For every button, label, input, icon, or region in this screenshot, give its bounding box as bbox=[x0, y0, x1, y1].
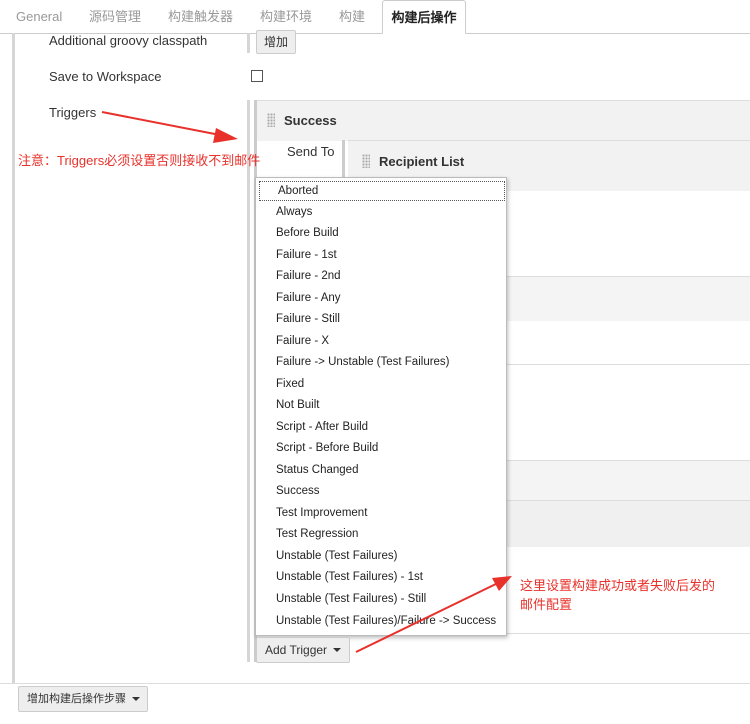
arrow-head-icon bbox=[213, 128, 238, 143]
menu-item-unstable-1st[interactable]: Unstable (Test Failures) - 1st bbox=[276, 568, 423, 586]
menu-item-always[interactable]: Always bbox=[276, 203, 312, 221]
divider bbox=[505, 364, 750, 365]
section-rule bbox=[12, 33, 15, 683]
annotation-config-note-line1: 这里设置构建成功或者失败后发的 bbox=[520, 578, 716, 593]
menu-item-failure-1st[interactable]: Failure - 1st bbox=[276, 246, 337, 264]
tab-build-environment[interactable]: 构建环境 bbox=[260, 0, 312, 32]
tab-general[interactable]: General bbox=[16, 0, 62, 32]
send-to-label: Send To bbox=[287, 144, 335, 159]
menu-item-test-improvement[interactable]: Test Improvement bbox=[276, 504, 367, 522]
hidden-panel bbox=[505, 276, 750, 321]
recipient-list-title: Recipient List bbox=[379, 154, 465, 169]
tab-bar: General 源码管理 构建触发器 构建环境 构建 构建后操作 bbox=[0, 0, 750, 34]
hidden-panel bbox=[505, 460, 750, 501]
menu-item-unstable[interactable]: Unstable (Test Failures) bbox=[276, 547, 397, 565]
hidden-panel bbox=[505, 500, 750, 547]
trigger-dropdown-menu: Aborted Always Before Build Failure - 1s… bbox=[255, 177, 507, 636]
tab-post-build-actions[interactable]: 构建后操作 bbox=[382, 0, 466, 34]
success-panel-title: Success bbox=[284, 113, 337, 128]
menu-item-failure-unstable[interactable]: Failure -> Unstable (Test Failures) bbox=[276, 353, 450, 371]
menu-item-not-built[interactable]: Not Built bbox=[276, 396, 319, 414]
add-trigger-label: Add Trigger bbox=[265, 643, 328, 657]
drag-handle-icon[interactable] bbox=[362, 154, 370, 168]
send-to-rule bbox=[342, 140, 345, 180]
tab-build-triggers[interactable]: 构建触发器 bbox=[168, 0, 233, 32]
annotation-config-note-line2: 邮件配置 bbox=[520, 597, 573, 612]
menu-item-unstable-still[interactable]: Unstable (Test Failures) - Still bbox=[276, 590, 426, 608]
menu-item-aborted[interactable]: Aborted bbox=[259, 181, 505, 201]
annotation-triggers-note: 注意：Triggers必须设置否则接收不到邮件 bbox=[18, 153, 261, 168]
add-post-build-step-button[interactable]: 增加构建后操作步骤 bbox=[18, 686, 148, 712]
menu-item-failure-x[interactable]: Failure - X bbox=[276, 332, 329, 350]
drag-handle-icon[interactable] bbox=[267, 113, 275, 127]
tab-source-management[interactable]: 源码管理 bbox=[89, 0, 141, 32]
tab-build[interactable]: 构建 bbox=[339, 0, 365, 32]
caret-down-icon bbox=[132, 697, 140, 701]
add-trigger-button[interactable]: Add Trigger bbox=[256, 637, 350, 663]
menu-item-unstable-failure-success[interactable]: Unstable (Test Failures)/Failure -> Succ… bbox=[276, 612, 496, 630]
save-to-workspace-label: Save to Workspace bbox=[49, 69, 162, 84]
menu-item-failure-2nd[interactable]: Failure - 2nd bbox=[276, 267, 341, 285]
triggers-label: Triggers bbox=[49, 105, 97, 120]
menu-item-failure-still[interactable]: Failure - Still bbox=[276, 310, 340, 328]
menu-item-fixed[interactable]: Fixed bbox=[276, 375, 304, 393]
save-to-workspace-checkbox[interactable] bbox=[251, 70, 263, 82]
add-post-build-step-label: 增加构建后操作步骤 bbox=[27, 693, 126, 705]
menu-item-failure-any[interactable]: Failure - Any bbox=[276, 289, 341, 307]
menu-item-status-changed[interactable]: Status Changed bbox=[276, 461, 358, 479]
menu-item-script-after-build[interactable]: Script - After Build bbox=[276, 418, 368, 436]
menu-item-before-build[interactable]: Before Build bbox=[276, 224, 339, 242]
menu-item-test-regression[interactable]: Test Regression bbox=[276, 525, 358, 543]
groovy-add-button[interactable]: 增加 bbox=[256, 30, 296, 54]
groovy-classpath-label: Additional groovy classpath bbox=[49, 33, 208, 48]
groovy-rule bbox=[247, 33, 250, 53]
caret-down-icon bbox=[333, 648, 341, 652]
menu-item-success[interactable]: Success bbox=[276, 482, 319, 500]
menu-item-script-before-build[interactable]: Script - Before Build bbox=[276, 439, 378, 457]
arrow-line bbox=[101, 111, 221, 136]
section-divider bbox=[0, 683, 750, 684]
triggers-rule bbox=[247, 100, 250, 662]
divider bbox=[505, 633, 750, 634]
